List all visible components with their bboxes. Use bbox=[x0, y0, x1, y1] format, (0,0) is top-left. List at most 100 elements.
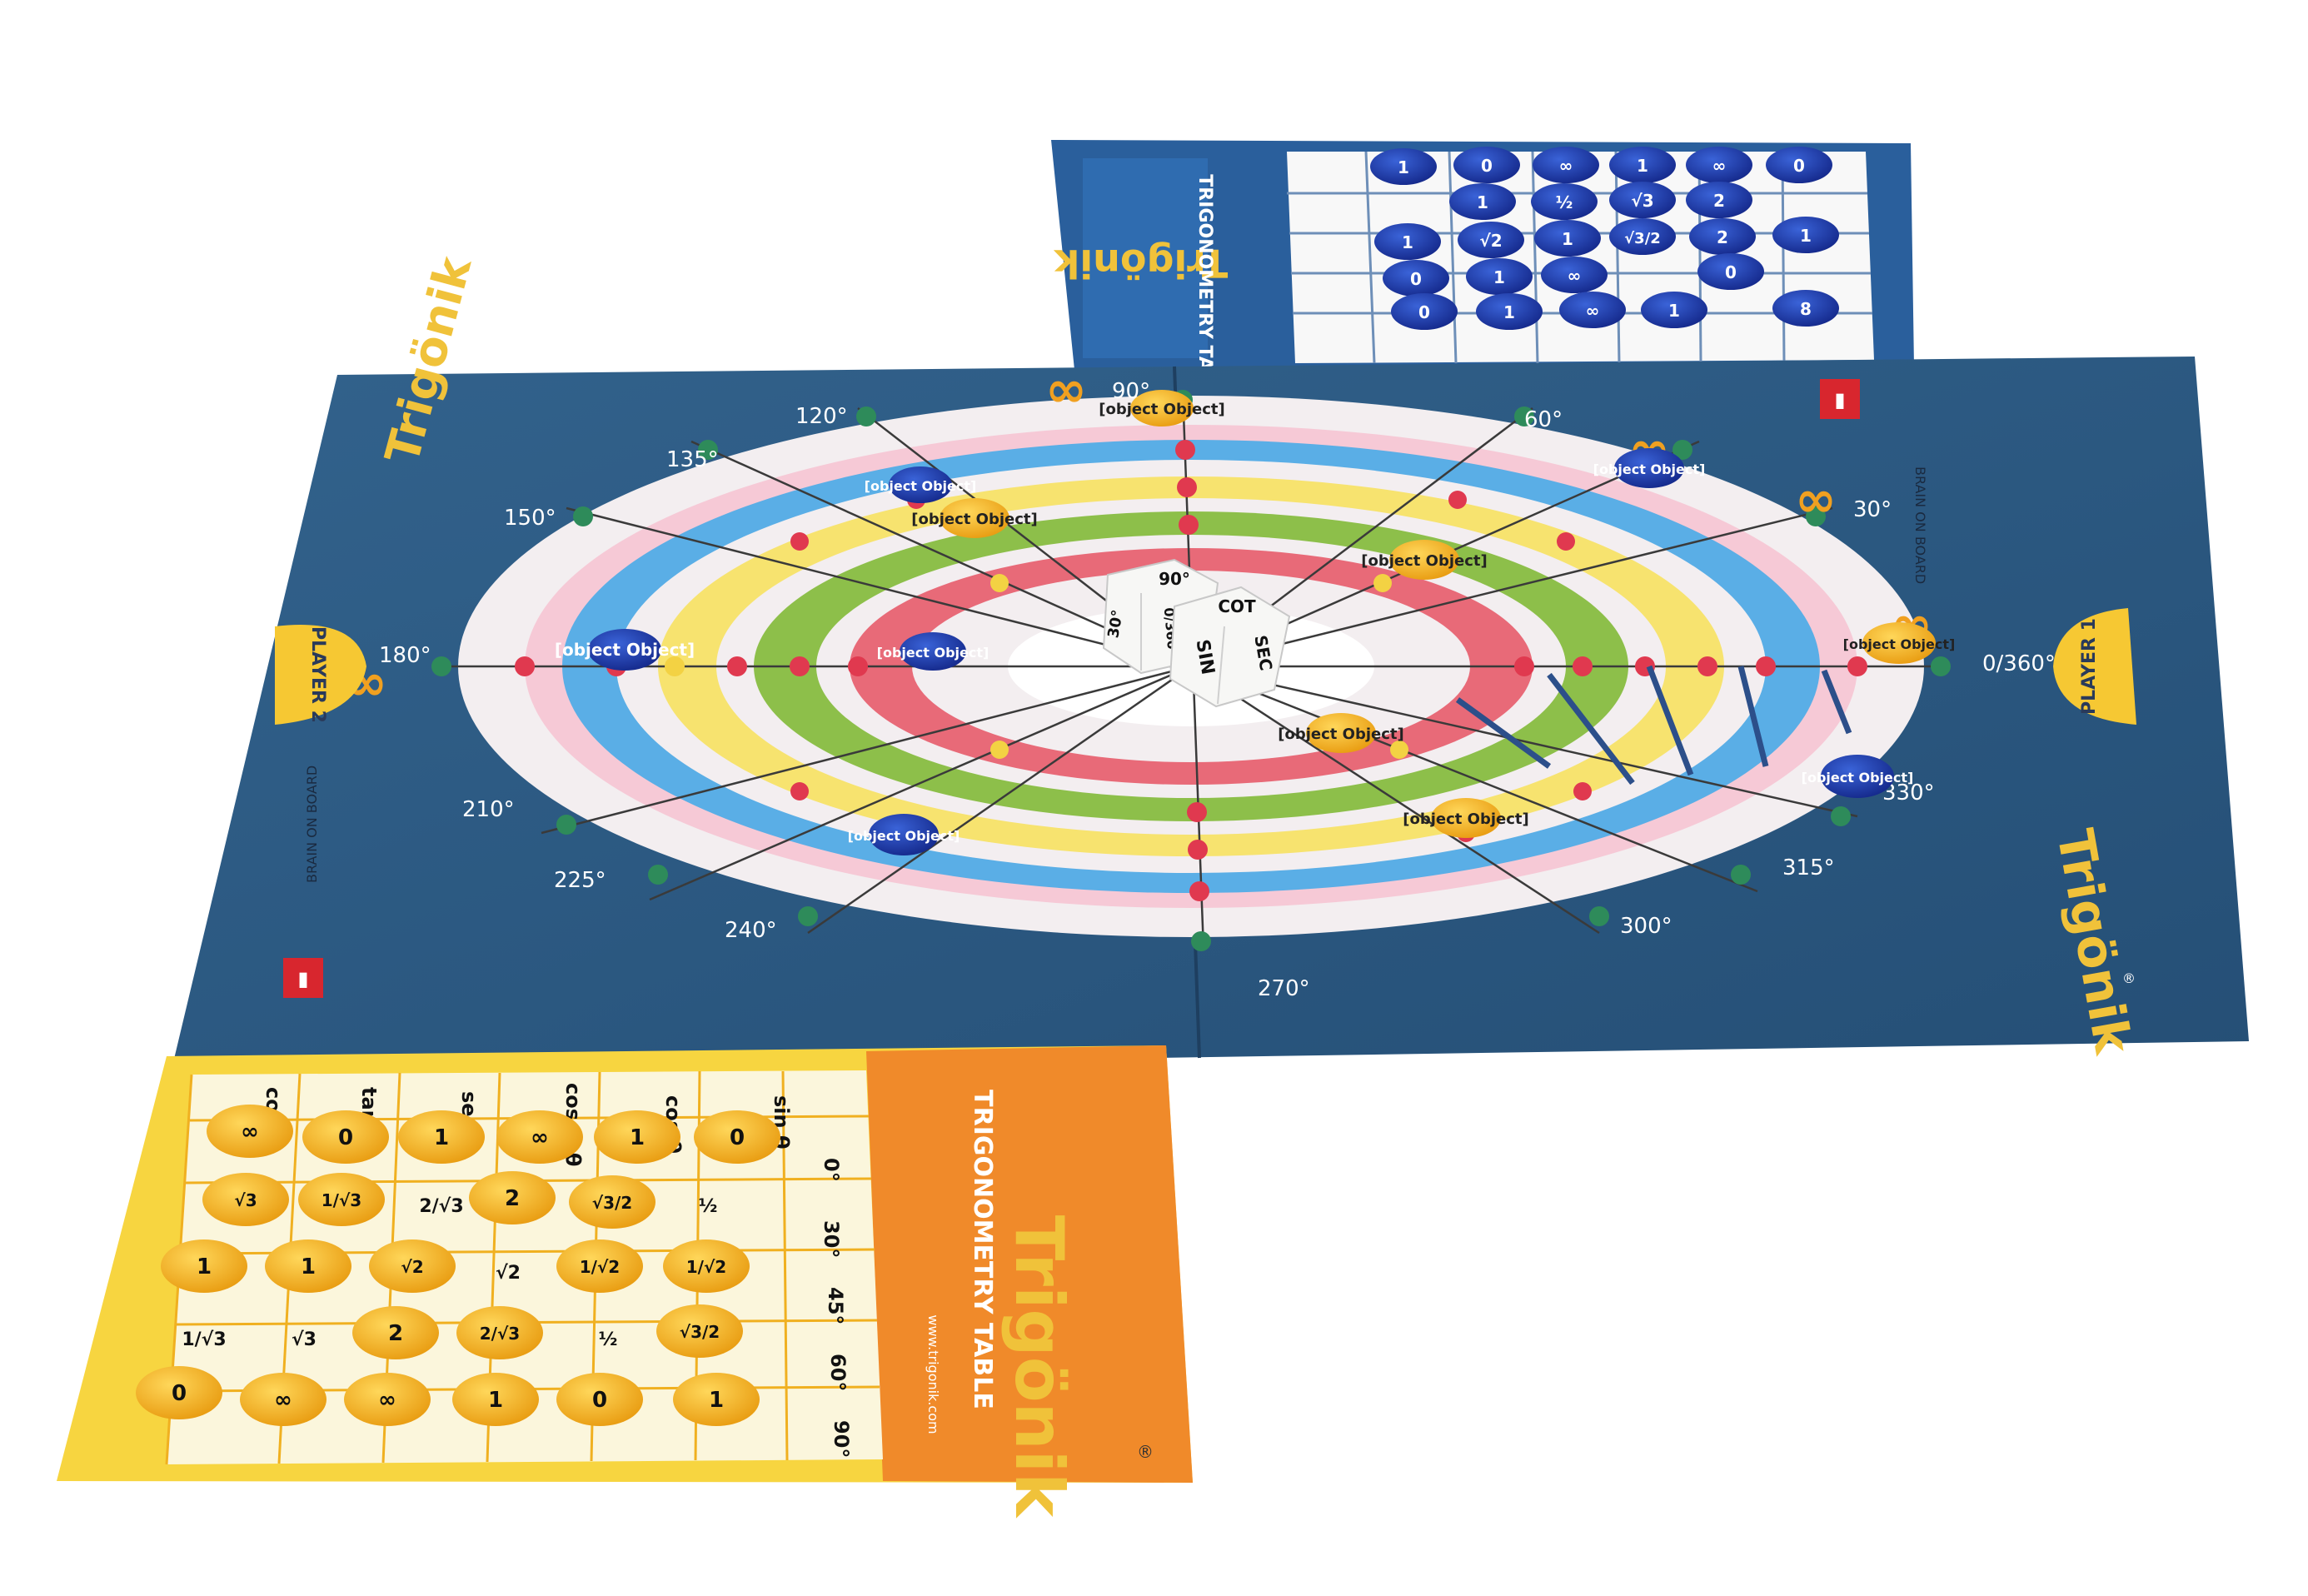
node[interactable] bbox=[1514, 656, 1534, 676]
svg-text:∞: ∞ bbox=[1559, 156, 1573, 176]
svg-text:1/√3: 1/√3 bbox=[322, 1190, 361, 1210]
node[interactable] bbox=[790, 656, 810, 676]
svg-text:0: 0 bbox=[338, 1125, 353, 1150]
node[interactable] bbox=[1390, 741, 1408, 759]
node[interactable] bbox=[1697, 656, 1717, 676]
blue-table-token[interactable]: ∞ bbox=[1686, 147, 1752, 183]
node[interactable] bbox=[556, 815, 576, 835]
table-token[interactable]: 1/√2 bbox=[663, 1239, 750, 1293]
blue-table-token[interactable]: ∞ bbox=[1533, 147, 1599, 183]
node[interactable] bbox=[848, 656, 868, 676]
node[interactable] bbox=[790, 532, 809, 551]
table-token[interactable]: √3 bbox=[202, 1173, 289, 1226]
table-printed-value: √2 bbox=[496, 1263, 521, 1284]
angle-label-30: 30° bbox=[1853, 497, 1892, 522]
table-token[interactable]: ∞ bbox=[207, 1105, 293, 1158]
node[interactable] bbox=[573, 506, 593, 526]
table-token[interactable]: ∞ bbox=[240, 1373, 327, 1426]
table-token[interactable]: √3/2 bbox=[569, 1175, 656, 1229]
blue-table-token[interactable]: 1 bbox=[1466, 258, 1533, 295]
blue-table-token[interactable]: 1 bbox=[1449, 183, 1516, 220]
blue-table-token[interactable]: 1 bbox=[1609, 147, 1676, 183]
node[interactable] bbox=[790, 782, 809, 800]
node[interactable] bbox=[431, 656, 451, 676]
blue-table-token[interactable]: 8 bbox=[1772, 290, 1839, 327]
table-token[interactable]: 1 bbox=[594, 1110, 680, 1164]
table-token[interactable]: √2 bbox=[369, 1239, 456, 1293]
node[interactable] bbox=[648, 865, 668, 885]
blue-table-token[interactable]: 0 bbox=[1383, 260, 1449, 297]
node[interactable] bbox=[990, 574, 1009, 592]
svg-text:2: 2 bbox=[388, 1321, 403, 1346]
node[interactable] bbox=[1589, 906, 1609, 926]
table-token[interactable]: 0 bbox=[694, 1110, 780, 1164]
node[interactable] bbox=[1847, 656, 1867, 676]
node[interactable] bbox=[1731, 865, 1751, 885]
svg-text:1: 1 bbox=[488, 1388, 503, 1413]
table-token[interactable]: √3/2 bbox=[656, 1304, 743, 1358]
table-token[interactable]: 1 bbox=[398, 1110, 485, 1164]
node[interactable] bbox=[1175, 440, 1195, 460]
blue-table-token[interactable]: 1 bbox=[1374, 223, 1441, 260]
table-token[interactable]: 1 bbox=[673, 1373, 760, 1426]
node[interactable] bbox=[1756, 656, 1776, 676]
node[interactable] bbox=[1191, 931, 1211, 951]
table-token[interactable]: 1/√3 bbox=[298, 1173, 385, 1226]
function-die[interactable]: COT SIN SEC bbox=[1169, 586, 1291, 708]
blue-table-token[interactable]: ½ bbox=[1531, 183, 1598, 220]
svg-text:∞: ∞ bbox=[274, 1388, 292, 1413]
node[interactable] bbox=[1373, 574, 1392, 592]
blue-table-token[interactable]: 2 bbox=[1689, 218, 1756, 255]
node[interactable] bbox=[798, 906, 818, 926]
table-printed-value: 1/√3 bbox=[182, 1329, 226, 1350]
node[interactable] bbox=[515, 656, 535, 676]
table-token[interactable]: 1/√2 bbox=[556, 1239, 643, 1293]
blue-table-token[interactable]: 1 bbox=[1641, 292, 1707, 328]
blue-table-token[interactable]: 0 bbox=[1697, 253, 1764, 290]
blue-table-token[interactable]: ∞ bbox=[1559, 292, 1626, 328]
blue-table-token[interactable]: 0 bbox=[1766, 147, 1832, 183]
node[interactable] bbox=[1831, 806, 1851, 826]
blue-table-token[interactable]: 2 bbox=[1686, 182, 1752, 218]
svg-text:0: 0 bbox=[1410, 269, 1422, 289]
table-token[interactable]: ∞ bbox=[344, 1373, 431, 1426]
node[interactable] bbox=[856, 406, 876, 426]
node[interactable] bbox=[1189, 881, 1209, 901]
table-token[interactable]: 2/√3 bbox=[456, 1306, 543, 1359]
node[interactable] bbox=[990, 741, 1009, 759]
yellow-table-title: TRIGONOMETRY TABLE bbox=[968, 1090, 997, 1409]
node[interactable] bbox=[727, 656, 747, 676]
node[interactable] bbox=[1188, 840, 1208, 860]
node[interactable] bbox=[1448, 491, 1467, 509]
node[interactable] bbox=[1177, 477, 1197, 497]
blue-table-token[interactable]: 1 bbox=[1370, 148, 1437, 185]
blue-table-token[interactable]: 0 bbox=[1453, 147, 1520, 183]
svg-text:2/√3: 2/√3 bbox=[480, 1324, 520, 1344]
table-token[interactable]: 0 bbox=[302, 1110, 389, 1164]
node[interactable] bbox=[1573, 656, 1593, 676]
blue-table-token[interactable]: 1 bbox=[1476, 293, 1543, 330]
table-token[interactable]: 0 bbox=[556, 1373, 643, 1426]
blue-table-token[interactable]: √3 bbox=[1609, 182, 1676, 218]
table-token[interactable]: 1 bbox=[161, 1239, 247, 1293]
table-token[interactable]: 2 bbox=[469, 1171, 556, 1224]
node[interactable] bbox=[1557, 532, 1575, 551]
blue-table-token[interactable]: ∞ bbox=[1541, 257, 1608, 293]
blue-table-token[interactable]: √3/2 bbox=[1609, 218, 1676, 255]
node[interactable] bbox=[1931, 656, 1951, 676]
table-token[interactable]: 0 bbox=[136, 1366, 222, 1419]
blue-table-token[interactable]: √2 bbox=[1458, 222, 1524, 258]
svg-text:0: 0 bbox=[592, 1388, 607, 1413]
table-token[interactable]: 2 bbox=[352, 1306, 439, 1359]
table-token[interactable]: ∞ bbox=[496, 1110, 583, 1164]
table-token[interactable]: 1 bbox=[265, 1239, 351, 1293]
angle-label-210: 210° bbox=[462, 797, 515, 822]
svg-text:0: 0 bbox=[1481, 156, 1493, 176]
blue-table-token[interactable]: 0 bbox=[1391, 293, 1458, 330]
node[interactable] bbox=[1573, 782, 1592, 800]
node[interactable] bbox=[1179, 515, 1199, 535]
node[interactable] bbox=[1187, 802, 1207, 822]
blue-table-token[interactable]: 1 bbox=[1772, 217, 1839, 253]
table-token[interactable]: 1 bbox=[452, 1373, 539, 1426]
blue-table-token[interactable]: 1 bbox=[1534, 220, 1601, 257]
